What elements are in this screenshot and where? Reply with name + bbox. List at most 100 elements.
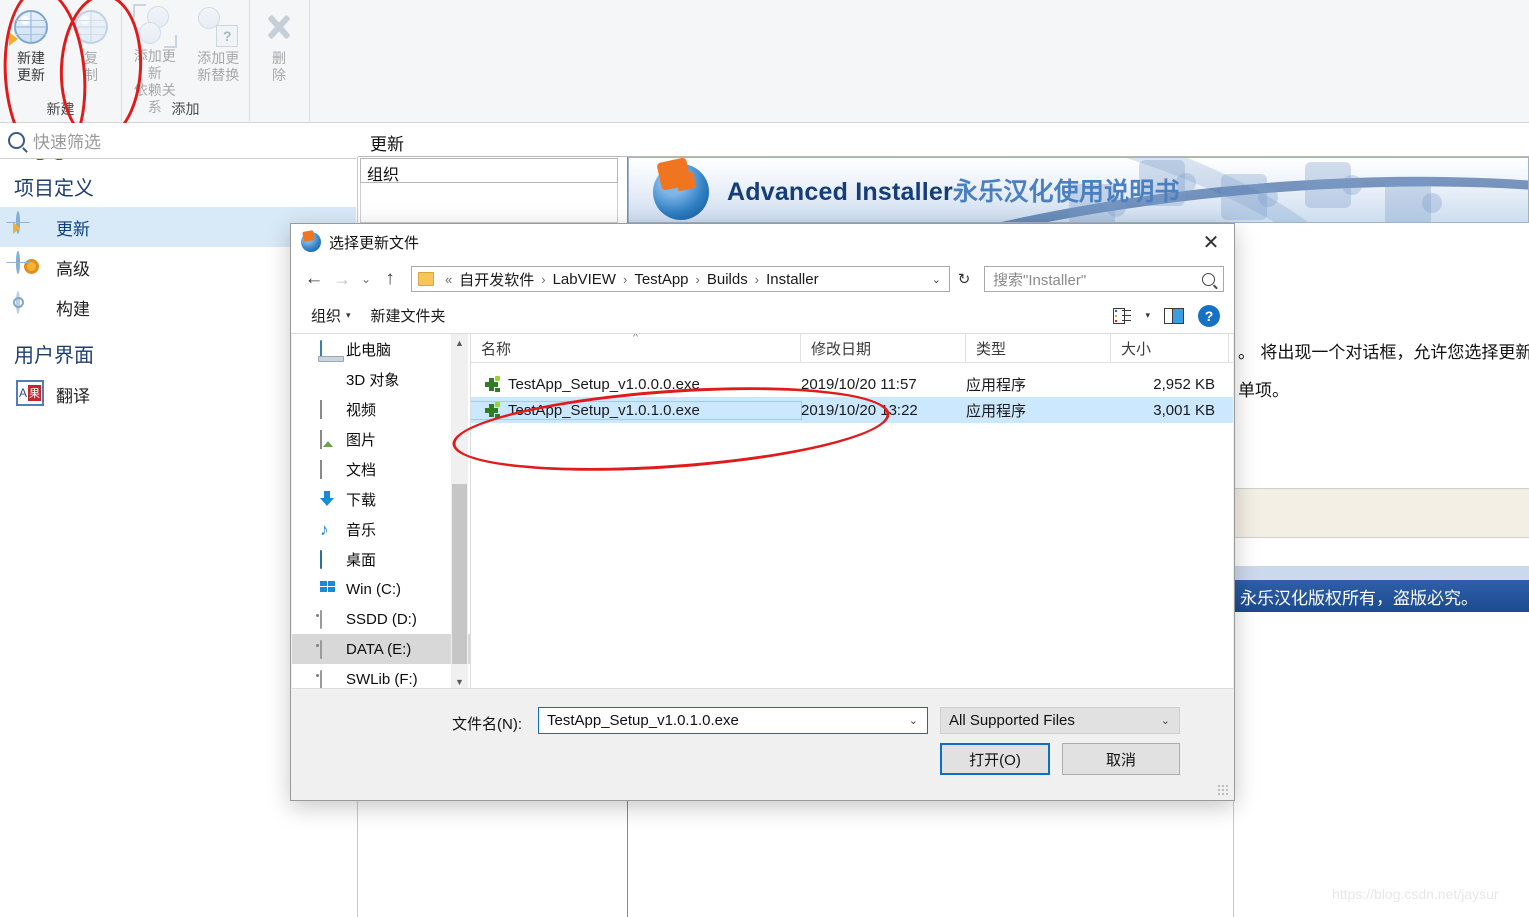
- sidebar-item-label: 更新: [56, 219, 90, 239]
- pictures-icon: [320, 429, 337, 449]
- breadcrumb-item-2[interactable]: TestApp: [632, 271, 690, 288]
- desktop-icon: [320, 549, 337, 569]
- address-bar[interactable]: « 自开发软件 › LabVIEW › TestApp › Builds › I…: [411, 266, 950, 292]
- table-row[interactable]: TestApp_Setup_v1.0.0.0.exe 2019/10/20 11…: [471, 371, 1233, 397]
- nav-item-win-c[interactable]: Win (C:): [292, 574, 470, 604]
- up-icon[interactable]: ↑: [377, 266, 403, 292]
- nav-item-3d-objects[interactable]: 3D 对象: [292, 364, 470, 394]
- nav-item-label: 音乐: [346, 521, 377, 539]
- view-options-icon[interactable]: [1113, 307, 1132, 324]
- content-title: 更新: [358, 124, 1529, 157]
- column-header-size[interactable]: 大小: [1111, 334, 1229, 362]
- breadcrumb-item-0[interactable]: 自开发软件: [457, 269, 536, 290]
- nav-item-swlib-f[interactable]: SWLib (F:): [292, 664, 470, 690]
- nav-item-label: 文档: [346, 461, 377, 479]
- footer-copyright-banner: 永乐汉化版权所有，盗版必究。: [1234, 580, 1529, 612]
- search-icon: [1202, 272, 1215, 286]
- watermark: https://blog.csdn.net/jaysur: [1332, 886, 1499, 902]
- forward-icon[interactable]: →: [329, 266, 355, 292]
- nav-item-label: 桌面: [346, 551, 377, 569]
- nav-item-music[interactable]: ♪ 音乐: [292, 514, 470, 544]
- close-icon[interactable]: ✕: [1188, 224, 1234, 260]
- this-pc-icon: [320, 339, 337, 359]
- highlight-row: [1234, 488, 1529, 538]
- windows-drive-icon: [320, 580, 337, 598]
- breadcrumb-item-3[interactable]: Builds: [705, 271, 750, 288]
- refresh-icon[interactable]: ↻: [952, 270, 976, 288]
- ribbon-button-delete[interactable]: 删 除: [250, 0, 308, 95]
- doc-line-1: 。 将出现一个对话框，允许您选择更新: [1238, 343, 1529, 363]
- exe-file-icon: [483, 375, 500, 393]
- organization-box-body: [360, 183, 618, 223]
- file-type-filter-select[interactable]: All Supported Files ⌄: [940, 707, 1180, 734]
- advanced-installer-banner: Advanced Installer永乐汉化使用说明书: [628, 157, 1529, 223]
- file-type-filter-value: All Supported Files: [949, 712, 1075, 729]
- nav-item-downloads[interactable]: 下载: [292, 484, 470, 514]
- breadcrumb-prefix: «: [445, 271, 453, 287]
- ribbon-button-add-update-replace[interactable]: ? 添加更 新替换: [187, 0, 249, 95]
- filename-value: TestApp_Setup_v1.0.1.0.exe: [547, 712, 739, 729]
- breadcrumb-separator: ›: [695, 271, 700, 287]
- resize-grip[interactable]: [1217, 784, 1229, 796]
- file-size-cell: 2,952 KB: [1153, 375, 1215, 393]
- column-header-name[interactable]: ^ 名称: [471, 334, 801, 362]
- nav-item-label: 此电脑: [346, 341, 392, 359]
- filename-label: 文件名(N):: [452, 716, 522, 733]
- column-header-type[interactable]: 类型: [966, 334, 1111, 362]
- quick-filter-placeholder: 快速筛选: [33, 133, 101, 152]
- nav-item-label: 图片: [346, 431, 377, 449]
- chevron-down-icon[interactable]: ⌄: [924, 273, 949, 286]
- sidebar-item-label: 构建: [56, 299, 90, 319]
- chevron-down-icon[interactable]: ⌄: [909, 714, 927, 727]
- ribbon-toolbar: 新建 更新 复 制 新建 添加更新 依赖关系 ? 添加更 新替换 添加 删 除: [0, 0, 1529, 167]
- dialog-navigation-pane: 此电脑 3D 对象 视频 图片 文档 下载 ♪ 音乐 桌面 Win (C:) S…: [292, 334, 470, 690]
- navigation-pane-scrollbar[interactable]: ▲ ▼: [451, 334, 468, 690]
- file-list-header: ^ 名称 修改日期 类型 大小: [471, 334, 1233, 363]
- sidebar-item-label: 高级: [56, 259, 90, 279]
- ribbon-group-caption: 添加: [171, 101, 200, 117]
- preview-pane-icon[interactable]: [1164, 307, 1184, 324]
- chevron-down-icon[interactable]: ⌄: [1161, 714, 1179, 727]
- videos-icon: [320, 399, 337, 419]
- recent-locations-icon[interactable]: ⌄: [357, 266, 375, 292]
- nav-item-label: 视频: [346, 401, 377, 419]
- scroll-up-icon[interactable]: ▲: [451, 334, 468, 351]
- nav-item-desktop[interactable]: 桌面: [292, 544, 470, 574]
- filename-input[interactable]: TestApp_Setup_v1.0.1.0.exe ⌄: [538, 707, 928, 734]
- search-input[interactable]: 搜索"Installer": [984, 266, 1224, 292]
- column-header-modified[interactable]: 修改日期: [801, 334, 966, 362]
- organize-button[interactable]: 组织 ▾: [301, 305, 361, 326]
- nav-item-this-pc[interactable]: 此电脑: [292, 334, 470, 364]
- back-icon[interactable]: ←: [301, 266, 327, 292]
- breadcrumb-item-1[interactable]: LabVIEW: [551, 271, 618, 288]
- nav-item-ssdd-d[interactable]: SSDD (D:): [292, 604, 470, 634]
- new-folder-button[interactable]: 新建文件夹: [361, 305, 456, 326]
- quick-filter-bar[interactable]: 快速筛选: [0, 123, 356, 159]
- nav-item-pictures[interactable]: 图片: [292, 424, 470, 454]
- breadcrumb-separator: ›: [622, 271, 628, 287]
- breadcrumb-item-4[interactable]: Installer: [764, 271, 821, 288]
- cancel-button[interactable]: 取消: [1062, 743, 1180, 775]
- nav-item-documents[interactable]: 文档: [292, 454, 470, 484]
- banner-title: Advanced Installer永乐汉化使用说明书: [727, 178, 1180, 206]
- file-type-cell: 应用程序: [966, 376, 1027, 394]
- ribbon-button-label: 删 除: [272, 50, 286, 83]
- globe-gear-icon: [16, 251, 44, 281]
- dialog-title: 选择更新文件: [329, 234, 420, 252]
- open-button[interactable]: 打开(O): [940, 743, 1050, 775]
- help-icon[interactable]: ?: [1198, 304, 1220, 327]
- nav-item-label: DATA (E:): [346, 640, 412, 658]
- documents-icon: [320, 459, 337, 479]
- nav-item-data-e[interactable]: DATA (E:): [292, 634, 470, 664]
- chevron-down-icon[interactable]: ▾: [1145, 310, 1150, 321]
- sort-ascending-icon: ^: [633, 334, 638, 343]
- sidebar-item-label: 翻译: [56, 386, 90, 406]
- organization-box-label: 组织: [360, 158, 618, 184]
- nav-item-videos[interactable]: 视频: [292, 394, 470, 424]
- breadcrumb-separator: ›: [541, 271, 546, 287]
- new-folder-label: 新建文件夹: [370, 308, 446, 325]
- nav-item-label: SWLib (F:): [346, 670, 418, 688]
- ribbon-group-delete: 删 除: [250, 0, 310, 121]
- scrollbar-thumb[interactable]: [452, 484, 467, 664]
- organize-label: 组织: [311, 308, 342, 325]
